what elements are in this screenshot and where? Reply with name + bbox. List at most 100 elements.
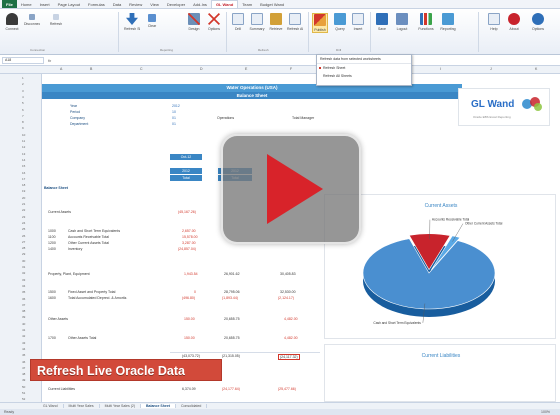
row-header[interactable]: 23 [22, 215, 25, 219]
row-header[interactable]: 17 [22, 177, 25, 181]
row-header[interactable]: 24 [22, 221, 25, 225]
row-header[interactable]: 46 [22, 360, 25, 364]
total-value[interactable]: (24,117.32) [278, 354, 300, 360]
tab-review[interactable]: Review [125, 2, 146, 7]
row-header[interactable]: 37 [22, 303, 25, 307]
tab-add-ins[interactable]: Add-Ins [189, 2, 211, 7]
row-value[interactable]: 20,655.75 [224, 317, 240, 321]
tab-view[interactable]: View [146, 2, 163, 7]
row-value[interactable]: 6,374.09 [182, 387, 196, 391]
connect-button[interactable]: Connect [4, 13, 20, 31]
row-header[interactable]: 42 [22, 334, 25, 338]
tab-team[interactable]: Team [238, 2, 256, 7]
row-value[interactable]: 3,287.00 [182, 241, 196, 245]
row-value[interactable]: (1,893.44) [222, 296, 238, 300]
row-value[interactable]: 15,578.00 [182, 235, 198, 239]
row-header[interactable]: 10 [22, 133, 25, 137]
options-button[interactable]: Options [206, 13, 222, 31]
row-header[interactable]: 50 [22, 385, 25, 389]
row-header[interactable]: 47 [22, 366, 25, 370]
row-header[interactable]: 38 [22, 309, 25, 313]
row-header[interactable]: 40 [22, 322, 25, 326]
row-header[interactable]: 9 [22, 126, 24, 130]
row-header[interactable]: 31 [22, 265, 25, 269]
row-header[interactable]: 48 [22, 372, 25, 376]
row-value[interactable]: 30,405.83 [280, 272, 296, 276]
settings-button[interactable]: Options [530, 13, 546, 31]
publish-button[interactable]: Publish [312, 13, 328, 33]
report-button[interactable]: Reporting [440, 13, 456, 31]
row-header[interactable]: 43 [22, 341, 25, 345]
current-liabilities-chart[interactable]: Current Liabilities [324, 344, 556, 402]
row-header[interactable]: 29 [22, 252, 25, 256]
row-header[interactable]: 13 [22, 152, 25, 156]
refresh-button[interactable]: Refresh [48, 14, 64, 26]
col-header[interactable]: K [535, 67, 537, 71]
row-header[interactable]: 45 [22, 353, 25, 357]
total-value[interactable]: (21,315.05) [222, 354, 240, 358]
col-header[interactable]: F [290, 67, 292, 71]
refresh-sheet-button[interactable]: Refresh Sheet [124, 13, 140, 31]
col-header[interactable]: J [490, 67, 492, 71]
row-header[interactable]: 15 [22, 164, 25, 168]
row-header[interactable]: 21 [22, 202, 25, 206]
file-tab[interactable]: File [2, 0, 17, 8]
name-box[interactable]: A18 [2, 57, 44, 64]
row-header[interactable]: 5 [22, 101, 24, 105]
tab-home[interactable]: Home [17, 2, 36, 7]
row-header[interactable]: 39 [22, 315, 25, 319]
row-header[interactable]: 1 [22, 76, 24, 80]
row-value[interactable]: 4,482.00 [284, 336, 298, 340]
tab-developer[interactable]: Developer [163, 2, 189, 7]
col-header[interactable]: I [440, 67, 441, 71]
row-value[interactable]: 4,482.00 [284, 317, 298, 321]
row-value[interactable]: 2,657.00 [182, 229, 196, 233]
chart-button[interactable]: Functions [418, 13, 434, 31]
row-header[interactable]: 27 [22, 240, 25, 244]
drill-button[interactable]: Drill [230, 13, 246, 31]
play-video-button[interactable] [221, 134, 361, 244]
row-header[interactable]: 14 [22, 158, 25, 162]
disconnect-button[interactable]: Disconnect [24, 14, 40, 26]
row-header[interactable]: 49 [22, 378, 25, 382]
row-header[interactable]: 51 [22, 391, 25, 395]
col-header[interactable]: A [60, 67, 62, 71]
value-company[interactable]: 01 [172, 116, 176, 120]
row-value[interactable]: (2,124.17) [278, 296, 294, 300]
row-header[interactable]: 12 [22, 145, 25, 149]
row-header[interactable]: 35 [22, 290, 25, 294]
row-value[interactable]: (496.80) [182, 296, 195, 300]
query-button[interactable]: Query [332, 13, 348, 31]
tab-page-layout[interactable]: Page Layout [54, 2, 84, 7]
row-value[interactable]: 32,530.00 [280, 290, 296, 294]
row-value[interactable]: 26,901.62 [224, 272, 240, 276]
row-value[interactable]: (25,477.66) [278, 387, 296, 391]
clear-button[interactable]: Clear [144, 14, 160, 28]
row-header[interactable]: 16 [22, 171, 25, 175]
row-header[interactable]: 36 [22, 297, 25, 301]
row-header[interactable]: 2 [22, 82, 24, 86]
tab-budget-wand[interactable]: Budget Wand [256, 2, 288, 7]
row-value[interactable]: 20,655.75 [224, 336, 240, 340]
value-period[interactable]: 10 [172, 110, 176, 114]
row-header[interactable]: 4 [22, 95, 24, 99]
row-header[interactable]: 20 [22, 196, 25, 200]
col-header[interactable]: D [200, 67, 203, 71]
col-header[interactable]: E [245, 67, 247, 71]
row-header[interactable]: 41 [22, 328, 25, 332]
row-header[interactable]: 7 [22, 114, 24, 118]
design-button[interactable]: Design [186, 13, 202, 31]
help-button[interactable]: Help [486, 13, 502, 31]
row-header[interactable]: 34 [22, 284, 25, 288]
tab-data[interactable]: Data [109, 2, 125, 7]
save-button[interactable]: Save [374, 13, 390, 31]
row-value[interactable]: 0 [194, 290, 196, 294]
insert-button[interactable]: Insert [350, 13, 366, 31]
summary-button[interactable]: Summary [249, 13, 265, 31]
total-value[interactable]: (43,073.72) [182, 354, 200, 358]
row-value[interactable]: 1,943.54 [184, 272, 198, 276]
row-header[interactable]: 33 [22, 278, 25, 282]
row-header[interactable]: 22 [22, 208, 25, 212]
row-header[interactable]: 11 [22, 139, 25, 143]
tab-gl-wand[interactable]: GL Wand [210, 0, 239, 8]
